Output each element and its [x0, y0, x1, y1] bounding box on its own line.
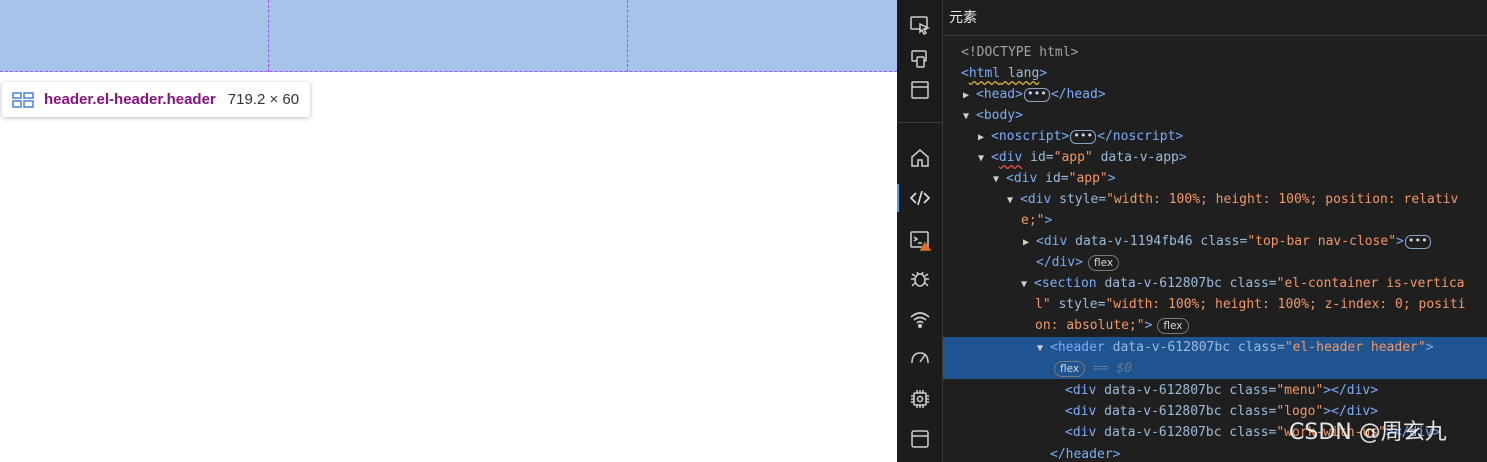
element-inspect-tooltip: header.el-header.header 719.2 × 60	[2, 82, 311, 117]
collapse-triangle-icon[interactable]: ▼	[978, 148, 987, 169]
flex-badge[interactable]: flex	[1157, 317, 1189, 334]
dom-node-section[interactable]: ▼ <section data-v-612807bc class="el-cont…	[1021, 273, 1464, 294]
collapsed-dots-icon[interactable]: •••	[1023, 87, 1050, 102]
dom-node-noscript[interactable]: ▶ <noscript> ••• </noscript>	[978, 126, 1183, 147]
dom-node-div-app-inner[interactable]: ▼ <div id="app">	[993, 168, 1116, 189]
home-icon[interactable]	[907, 145, 933, 171]
highlight-divider	[268, 0, 269, 72]
chip-icon[interactable]	[907, 386, 933, 412]
panel-title: 元素	[943, 0, 1487, 36]
activity-divider	[897, 122, 942, 123]
collapse-triangle-icon[interactable]: ▼	[963, 106, 972, 127]
dom-node-top-bar[interactable]: ▶ <div data-v-1194fb46 class="top-bar nav…	[1023, 231, 1432, 252]
expand-triangle-icon[interactable]: ▶	[978, 127, 987, 148]
performance-gauge-icon[interactable]	[907, 345, 933, 371]
network-wifi-icon[interactable]	[907, 306, 933, 332]
dom-node-top-bar-close: </div> flex	[1036, 252, 1120, 273]
dom-node-head[interactable]: ▶ <head> ••• </head>	[963, 84, 1106, 105]
dom-node-body[interactable]: ▼ <body>	[963, 105, 1023, 126]
dom-node-doctype[interactable]: <!DOCTYPE html>	[961, 42, 1078, 63]
highlighted-header-overlay	[0, 0, 897, 72]
dom-node-header-selected-cont: flex == $0	[943, 358, 1487, 379]
collapse-triangle-icon[interactable]: ▼	[993, 169, 1002, 190]
flex-badge[interactable]: flex	[1087, 254, 1120, 271]
expand-triangle-icon[interactable]: ▶	[1023, 232, 1032, 253]
dom-tree[interactable]: <!DOCTYPE html> <html lang> ▶ <head> ••• </…	[943, 40, 1487, 462]
dom-node-header-close: </header>	[1050, 447, 1121, 462]
csdn-watermark: CSDN @周玄九	[1289, 420, 1447, 445]
dom-node-div-style[interactable]: ▼ <div style="width: 100%; height: 100%; …	[1007, 189, 1458, 210]
collapsed-dots-icon[interactable]: •••	[1404, 234, 1431, 249]
elements-panel: 元素 <!DOCTYPE html> <html lang> ▶ <head> ••…	[943, 0, 1487, 462]
application-window-icon[interactable]	[907, 426, 933, 452]
page-viewport: header.el-header.header 719.2 × 60	[0, 0, 897, 462]
dom-node-menu[interactable]: <div data-v-612807bc class="menu"></div>	[1065, 380, 1378, 401]
flex-layout-icon	[12, 91, 34, 108]
expand-triangle-icon[interactable]: ▶	[963, 85, 972, 106]
dom-node-div-style-cont: e;">	[1021, 213, 1053, 228]
bug-icon[interactable]	[907, 265, 933, 291]
tooltip-size: 719.2 × 60	[227, 91, 300, 108]
highlight-divider	[627, 0, 628, 72]
collapse-triangle-icon[interactable]: ▼	[1007, 190, 1016, 211]
flex-badge[interactable]: flex	[1054, 360, 1086, 377]
window-icon[interactable]	[907, 77, 933, 103]
devtools-panel: 元素 <!DOCTYPE html> <html lang> ▶ <head> ••…	[897, 0, 1487, 462]
collapse-triangle-icon[interactable]: ▼	[1021, 274, 1030, 295]
dom-node-div-app-outer[interactable]: ▼ <div id="app" data-v-app>	[978, 147, 1187, 168]
inspect-icon[interactable]	[907, 12, 933, 38]
dom-node-html[interactable]: <html lang>	[961, 63, 1047, 84]
devtools-activity-bar	[897, 0, 943, 462]
doctype-text: <!DOCTYPE html>	[961, 45, 1079, 60]
tooltip-selector: header.el-header.header	[44, 91, 216, 108]
dom-node-section-cont: l" style="width: 100%; height: 100%; z-i…	[1035, 297, 1466, 312]
collapsed-dots-icon[interactable]: •••	[1070, 129, 1097, 144]
collapse-triangle-icon[interactable]: ▼	[1037, 338, 1046, 359]
dom-node-section-cont2: on: absolute;"> flex	[1035, 315, 1189, 336]
device-toggle-icon[interactable]	[907, 45, 933, 71]
console-icon[interactable]	[907, 227, 933, 253]
dom-node-header-selected[interactable]: ▼ <header data-v-612807bc class="el-heade…	[943, 337, 1487, 358]
elements-icon[interactable]	[907, 185, 933, 211]
active-tab-indicator	[897, 184, 899, 212]
